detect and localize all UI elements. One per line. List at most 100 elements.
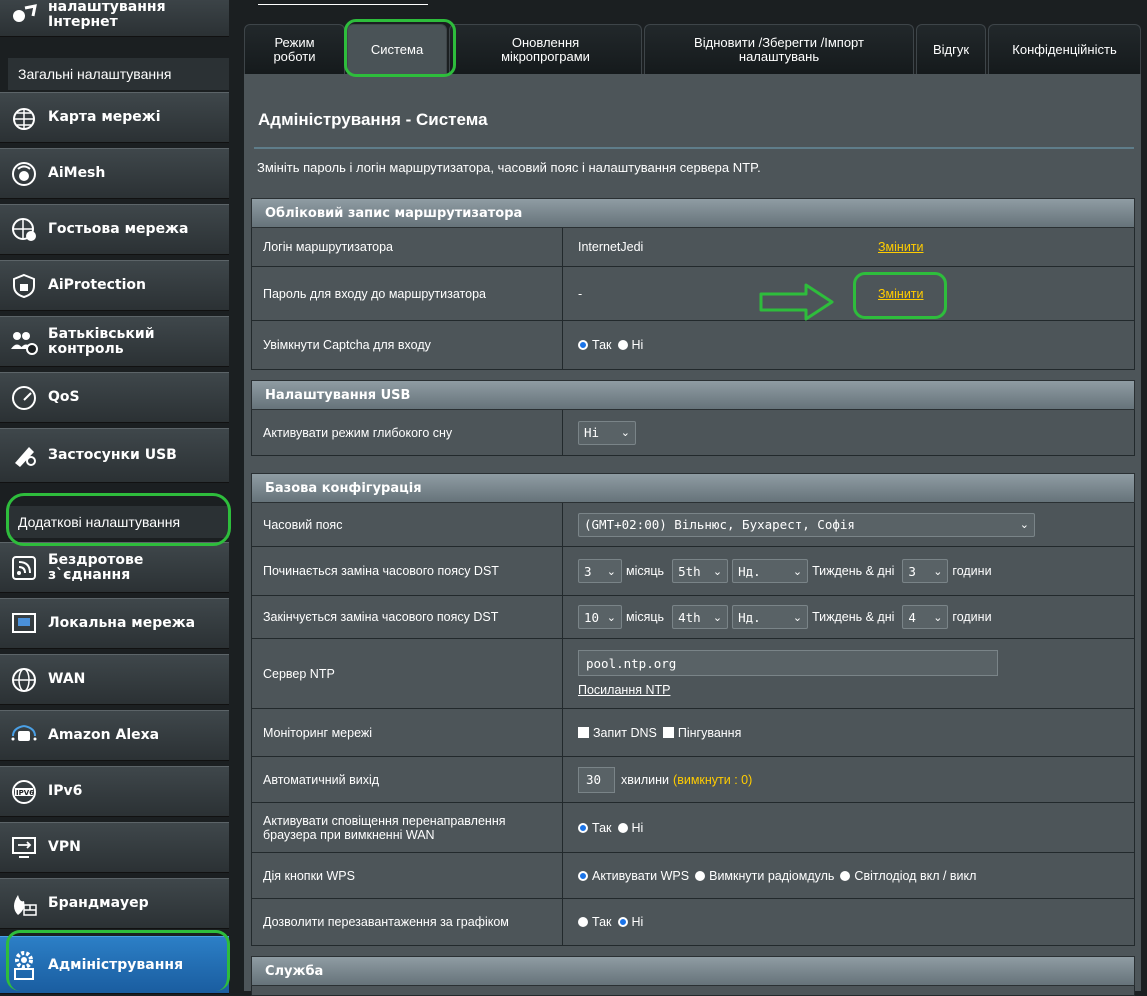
tab-privacy[interactable]: Конфіденційність [988, 24, 1141, 74]
alexa-icon [10, 722, 38, 750]
dst-end-month-select[interactable]: 10 ⌄ [578, 605, 622, 629]
redirect-yes-label: Так [592, 820, 612, 835]
chevron-down-icon: ⌄ [620, 426, 630, 439]
scheduled-reboot-label: Дозволити перезавантаження за графіком [252, 899, 563, 945]
sidebar-item-vpn[interactable]: VPN [0, 822, 229, 873]
sidebar-item-parental-control[interactable]: Батьківський контроль [0, 316, 229, 367]
ntp-server-input[interactable]: pool.ntp.org [578, 650, 998, 676]
sidebar-item-label: WAN [48, 671, 86, 687]
deep-sleep-label: Активувати режим глибокого сну [252, 410, 563, 455]
guest-network-icon [10, 216, 38, 244]
row-deep-sleep: Активувати режим глибокого сну Hi ⌄ [251, 410, 1135, 456]
sidebar-item-lan[interactable]: Локальна мережа [0, 598, 229, 649]
timezone-select[interactable]: (GMT+02:00) Вільнюс, Бухарест, Софія ⌄ [578, 512, 1035, 537]
sidebar-item-firewall[interactable]: Брандмауер [0, 878, 229, 929]
row-auto-logout: Автоматичний вихід 30 хвилини (вимкнути … [251, 757, 1135, 803]
wps-label: Дія кнопки WPS [252, 853, 563, 898]
change-login-link[interactable]: Змінити [878, 240, 924, 254]
arrow-right-icon [759, 283, 834, 321]
dst-end-hour-select[interactable]: 4 ⌄ [902, 605, 949, 629]
tab-firmware-upgrade[interactable]: Оновлення мікропрограми [449, 24, 642, 74]
sidebar-item-wireless[interactable]: Бездротове з`єднання [0, 542, 229, 593]
wireless-icon [10, 554, 38, 582]
hours-label: години [952, 610, 992, 624]
wps-activate-radio[interactable] [578, 870, 588, 881]
ping-label: Пінгування [677, 725, 742, 740]
tab-bar: Режим роботи Система Оновлення мікропрог… [244, 24, 1141, 74]
ntp-link[interactable]: Посилання NTP [578, 683, 670, 697]
sidebar-item-label: Бездротове з`єднання [48, 551, 144, 583]
reboot-no-radio[interactable] [617, 917, 628, 927]
sidebar-item-guest-network[interactable]: Гостьова мережа [0, 204, 229, 255]
chevron-down-icon: ⌄ [933, 610, 943, 624]
captcha-yes-radio[interactable] [578, 340, 588, 350]
dns-query-label: Запит DNS [593, 725, 657, 740]
redirect-yes-radio[interactable] [578, 822, 588, 833]
usb-apps-icon [10, 442, 38, 470]
sidebar-item-label: AiMesh [48, 165, 106, 181]
sidebar-item-internet[interactable]: налаштування Інтернет [0, 0, 229, 37]
dst-start-month-select[interactable]: 3 ⌄ [578, 559, 622, 583]
sidebar-item-label: Amazon Alexa [48, 727, 160, 743]
auto-logout-input[interactable]: 30 [578, 766, 615, 793]
captcha-label: Увімкнути Captcha для входу [252, 321, 563, 369]
tab-restore-save-import[interactable]: Відновити /Зберегти /Імпорт налаштувань [644, 24, 914, 74]
sidebar-item-label: Брандмауер [48, 895, 149, 911]
dst-end-day-select[interactable]: Нд. ⌄ [732, 605, 809, 629]
hours-label: години [952, 564, 992, 578]
settings-panel: Адміністрування - Система Змініть пароль… [244, 74, 1141, 996]
sidebar-item-label: Адміністрування [48, 956, 184, 973]
reboot-yes-radio[interactable] [578, 917, 588, 927]
timezone-label: Часовий пояс [252, 503, 563, 546]
dst-end-week-select[interactable]: 4th ⌄ [672, 605, 729, 629]
redirect-no-radio[interactable] [617, 822, 628, 833]
sidebar-item-wan[interactable]: WAN [0, 654, 229, 705]
sidebar-item-amazon-alexa[interactable]: Amazon Alexa [0, 710, 229, 761]
change-password-link[interactable]: Змінити [878, 287, 924, 301]
sidebar-item-label: Батьківський контроль [48, 325, 155, 357]
sidebar-item-administration[interactable]: Адміністрування [0, 936, 229, 994]
captcha-no-label: Ні [631, 338, 644, 352]
reboot-yes-label: Так [592, 915, 612, 929]
sidebar-item-label: налаштування Інтернет [48, 0, 166, 30]
sidebar-item-network-map[interactable]: Карта мережі [0, 92, 229, 143]
sidebar-item-label: Локальна мережа [48, 615, 196, 631]
dst-start-hour-select[interactable]: 3 ⌄ [902, 559, 949, 583]
row-captcha: Увімкнути Captcha для входу Так Ні [251, 321, 1135, 370]
svg-text:IPV6: IPV6 [16, 789, 34, 797]
chevron-down-icon: ⌄ [712, 610, 723, 624]
redirect-no-label: Ні [631, 820, 644, 835]
sidebar-item-label: Гостьова мережа [48, 221, 189, 237]
sidebar-item-ipv6[interactable]: IPV6 IPv6 [0, 766, 229, 817]
tab-feedback[interactable]: Відгук [916, 24, 986, 74]
wps-radio-off-radio[interactable] [695, 870, 706, 881]
dst-start-week-select[interactable]: 5th ⌄ [672, 559, 729, 583]
sidebar-item-qos[interactable]: QoS [0, 372, 229, 423]
row-wps-button: Дія кнопки WPS Активувати WPS Вимкнути р… [251, 853, 1135, 899]
wps-led-radio[interactable] [840, 870, 851, 881]
tab-operation-mode[interactable]: Режим роботи [244, 24, 345, 74]
sidebar-item-label: Застосунки USB [48, 447, 177, 463]
tab-system[interactable]: Система [347, 24, 447, 74]
sidebar-item-usb-apps[interactable]: Застосунки USB [0, 428, 229, 483]
firewall-icon [10, 890, 38, 918]
dns-query-checkbox[interactable] [578, 727, 589, 738]
chevron-down-icon: ⌄ [1019, 518, 1029, 531]
section-service: Служба [251, 956, 1135, 986]
ping-checkbox[interactable] [662, 727, 674, 738]
sidebar-item-aiprotection[interactable]: AiProtection [0, 260, 229, 311]
sidebar-item-aimesh[interactable]: AiMesh [0, 148, 229, 199]
row-service-partial [251, 986, 1135, 996]
captcha-no-radio[interactable] [617, 340, 628, 350]
aimesh-icon [10, 160, 38, 188]
router-login-value: InternetJedi [578, 240, 644, 254]
deep-sleep-select[interactable]: Hi ⌄ [578, 420, 636, 445]
page-title: Адміністрування - Система [258, 110, 488, 129]
weekday-label: Тиждень & дні [812, 564, 895, 578]
admin-gear-icon [10, 951, 38, 980]
section-basic-config: Базова конфігурація [251, 473, 1135, 503]
month-label: місяць [626, 564, 665, 578]
dst-start-day-select[interactable]: Нд. ⌄ [732, 559, 809, 583]
sidebar-item-label: IPv6 [48, 783, 83, 799]
top-partial-link[interactable] [258, 0, 428, 5]
